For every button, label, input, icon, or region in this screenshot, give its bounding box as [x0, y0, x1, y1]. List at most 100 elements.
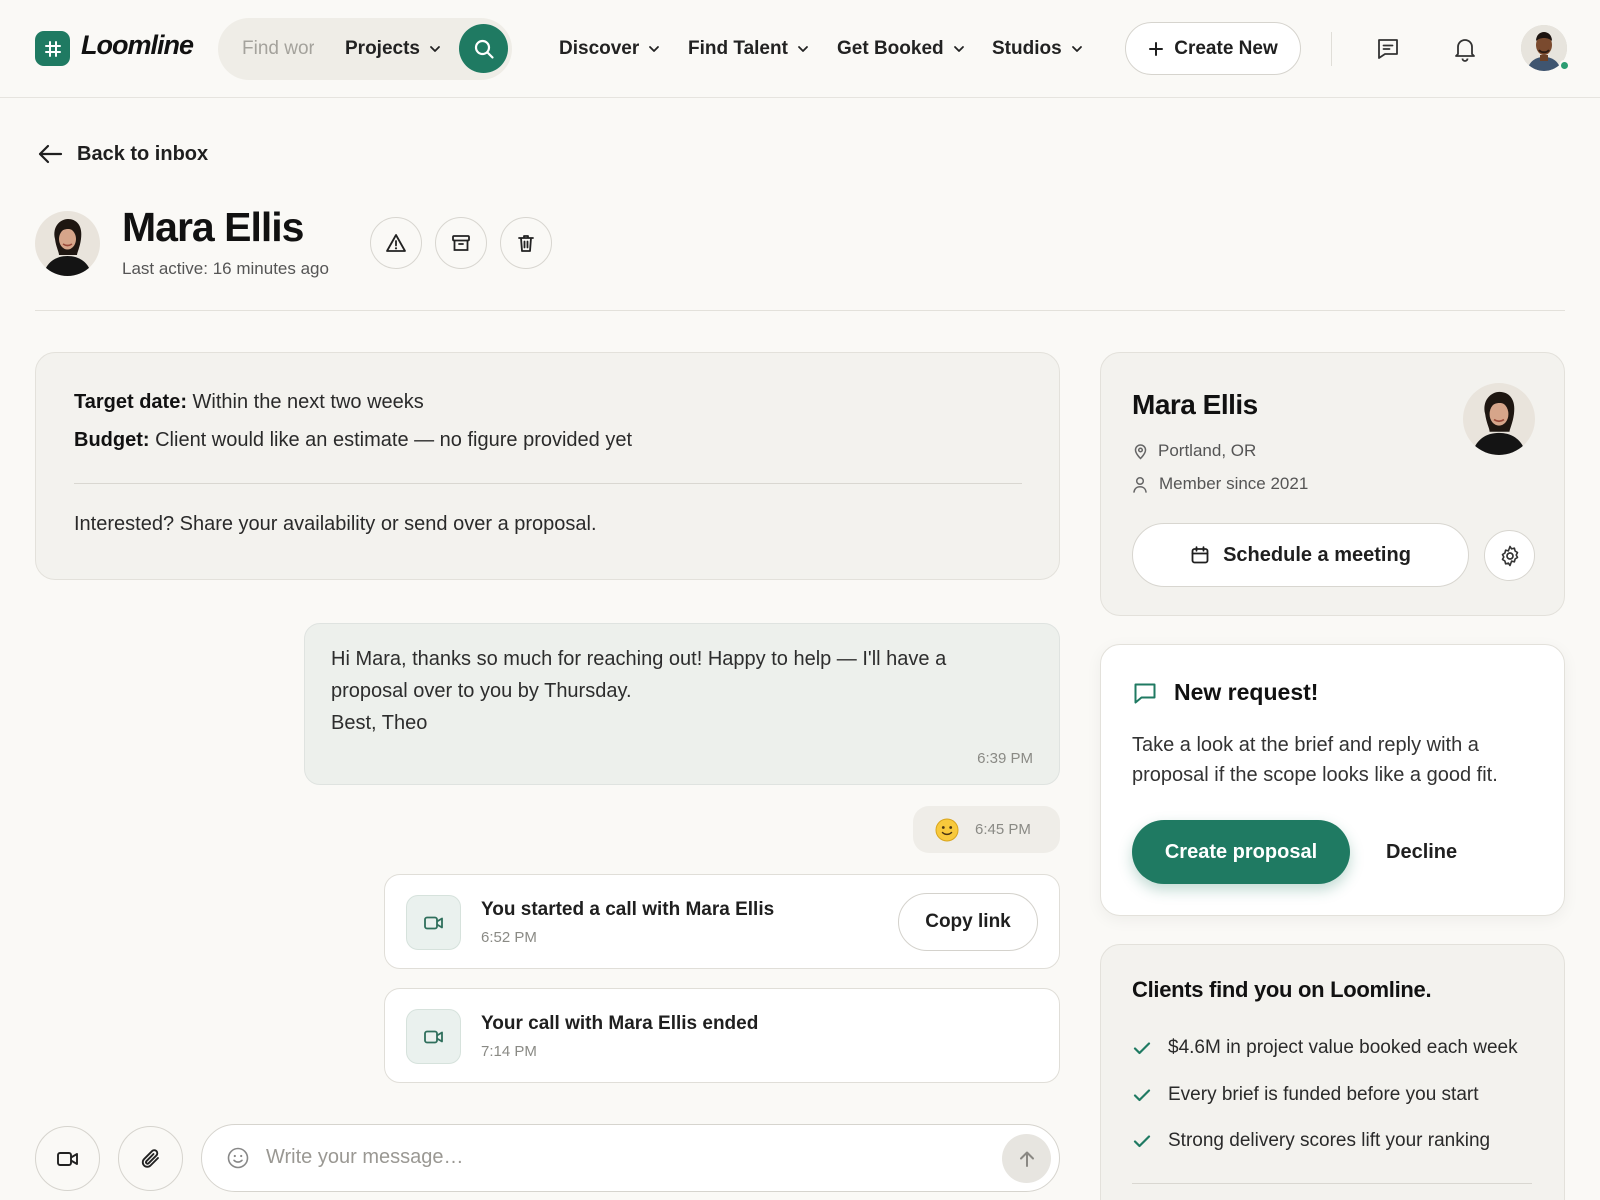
call-ended-title: Your call with Mara Ellis ended [481, 1013, 759, 1034]
last-active-status: Last active: 16 minutes ago [122, 259, 329, 278]
reaction-timestamp: 6:45 PM [975, 821, 1031, 838]
start-video-call-button[interactable] [35, 1126, 100, 1191]
promo-item-text: Strong delivery scores lift your ranking [1168, 1130, 1491, 1151]
search-scope-label: Projects [345, 38, 420, 59]
chevron-down-icon [430, 46, 440, 52]
call-ended-card: Your call with Mara Ellis ended 7:14 PM [384, 988, 1060, 1083]
promo-item: $4.6M in project value booked each week [1132, 1037, 1518, 1059]
profile-avatar[interactable] [1463, 383, 1535, 455]
meeting-settings-button[interactable] [1484, 530, 1535, 581]
video-camera-icon [56, 1151, 78, 1166]
attach-file-button[interactable] [118, 1126, 183, 1191]
report-button[interactable] [370, 217, 422, 269]
nav-get-booked[interactable]: Get Booked [837, 34, 966, 64]
emoji-reaction-message: 6:45 PM [913, 806, 1060, 853]
delete-button[interactable] [500, 217, 552, 269]
contact-name: Mara Ellis [122, 204, 304, 250]
brand-logo-icon[interactable] [35, 31, 70, 66]
nav-studios-label: Studios [992, 38, 1062, 59]
search-icon [474, 39, 494, 59]
archive-button[interactable] [435, 217, 487, 269]
profile-member-since-text: Member since 2021 [1159, 474, 1309, 493]
paperclip-icon [141, 1148, 159, 1168]
promo-item-text: Every brief is funded before you start [1168, 1084, 1479, 1105]
create-proposal-button[interactable]: Create proposal [1132, 820, 1350, 884]
message-text: Hi Mara, thanks so much for reaching out… [331, 648, 947, 734]
slightly-smiling-emoji-icon [935, 818, 959, 841]
promo-divider [1132, 1183, 1532, 1184]
chat-bubble-icon [1134, 683, 1156, 703]
nav-get-booked-label: Get Booked [837, 38, 944, 59]
back-to-inbox-link[interactable]: Back to inbox [37, 138, 208, 170]
brand-name[interactable]: Loomline [81, 30, 194, 61]
chevron-down-icon [649, 46, 660, 52]
search-input[interactable] [242, 18, 314, 80]
promo-item: Strong delivery scores lift your ranking [1132, 1130, 1490, 1152]
notifications-bell-icon[interactable] [1451, 35, 1479, 63]
brief-budget-value: Client would like an estimate — no figur… [155, 429, 633, 451]
message-timestamp: 6:39 PM [977, 750, 1033, 767]
emoji-picker-icon[interactable] [227, 1147, 249, 1169]
contact-profile-card: Mara Ellis Portland, OR Member since 202… [1100, 352, 1565, 616]
brief-budget: Budget: Client would like an estimate — … [74, 429, 632, 452]
nav-divider [1331, 32, 1332, 66]
create-new-label: Create New [1174, 37, 1278, 59]
call-ended-timestamp: 7:14 PM [481, 1043, 537, 1060]
new-request-title: New request! [1174, 679, 1319, 705]
nav-discover-label: Discover [559, 38, 640, 59]
chevron-down-icon [953, 46, 964, 52]
nav-discover[interactable]: Discover [559, 34, 661, 64]
video-call-icon [406, 895, 461, 950]
warning-icon [386, 234, 406, 252]
profile-location: Portland, OR [1132, 441, 1256, 461]
promo-title: Clients find you on Loomline. [1132, 977, 1432, 1002]
trash-icon [518, 235, 534, 252]
checkmark-icon [1133, 1135, 1151, 1148]
promo-item: Every brief is funded before you start [1132, 1084, 1479, 1106]
gear-icon [1501, 545, 1518, 566]
nav-studios[interactable]: Studios [992, 34, 1084, 64]
new-request-header: New request! [1132, 679, 1318, 706]
arrow-up-icon [1019, 1151, 1034, 1167]
profile-location-text: Portland, OR [1158, 441, 1257, 460]
brief-target-date: Target date: Within the next two weeks [74, 391, 424, 414]
new-request-body: Take a look at the brief and reply with … [1132, 734, 1498, 786]
project-brief-card: Target date: Within the next two weeks B… [35, 352, 1060, 580]
create-new-button[interactable]: Create New [1125, 22, 1301, 75]
online-status-dot [1559, 60, 1570, 71]
search-scope-dropdown[interactable]: Projects [345, 18, 442, 80]
decline-button[interactable]: Decline [1386, 820, 1457, 884]
platform-promo-card: Clients find you on Loomline. $4.6M in p… [1100, 944, 1565, 1200]
call-started-title: You started a call with Mara Ellis [481, 899, 775, 920]
new-request-card: New request! Take a look at the brief an… [1100, 644, 1565, 916]
location-pin-icon [1134, 443, 1147, 460]
outgoing-message: Hi Mara, thanks so much for reaching out… [304, 623, 1060, 785]
send-button[interactable] [1002, 1134, 1051, 1183]
brief-target-label: Target date: [74, 391, 187, 413]
nav-find-talent[interactable]: Find Talent [688, 34, 810, 64]
calendar-icon [1191, 546, 1209, 564]
contact-avatar[interactable] [35, 211, 100, 276]
brief-budget-label: Budget: [74, 429, 150, 451]
plus-icon [1149, 41, 1164, 56]
archive-icon [452, 235, 470, 251]
back-to-inbox-label: Back to inbox [77, 142, 209, 165]
message-input[interactable] [266, 1125, 966, 1190]
schedule-meeting-label: Schedule a meeting [1223, 543, 1411, 566]
message-composer [201, 1124, 1060, 1192]
call-started-card: You started a call with Mara Ellis 6:52 … [384, 874, 1060, 969]
call-started-timestamp: 6:52 PM [481, 929, 537, 946]
schedule-meeting-button[interactable]: Schedule a meeting [1132, 523, 1469, 587]
video-call-icon [406, 1009, 461, 1064]
checkmark-icon [1133, 1042, 1151, 1055]
user-avatar[interactable] [1521, 25, 1570, 71]
copy-link-button[interactable]: Copy link [898, 893, 1038, 951]
messages-icon[interactable] [1374, 35, 1402, 63]
checkmark-icon [1133, 1089, 1151, 1102]
search-button[interactable] [459, 24, 508, 73]
header-divider [35, 310, 1565, 311]
promo-item-text: $4.6M in project value booked each week [1168, 1037, 1518, 1058]
profile-member-since: Member since 2021 [1132, 474, 1308, 494]
brief-target-value: Within the next two weeks [192, 391, 424, 413]
chevron-down-icon [1071, 46, 1082, 52]
